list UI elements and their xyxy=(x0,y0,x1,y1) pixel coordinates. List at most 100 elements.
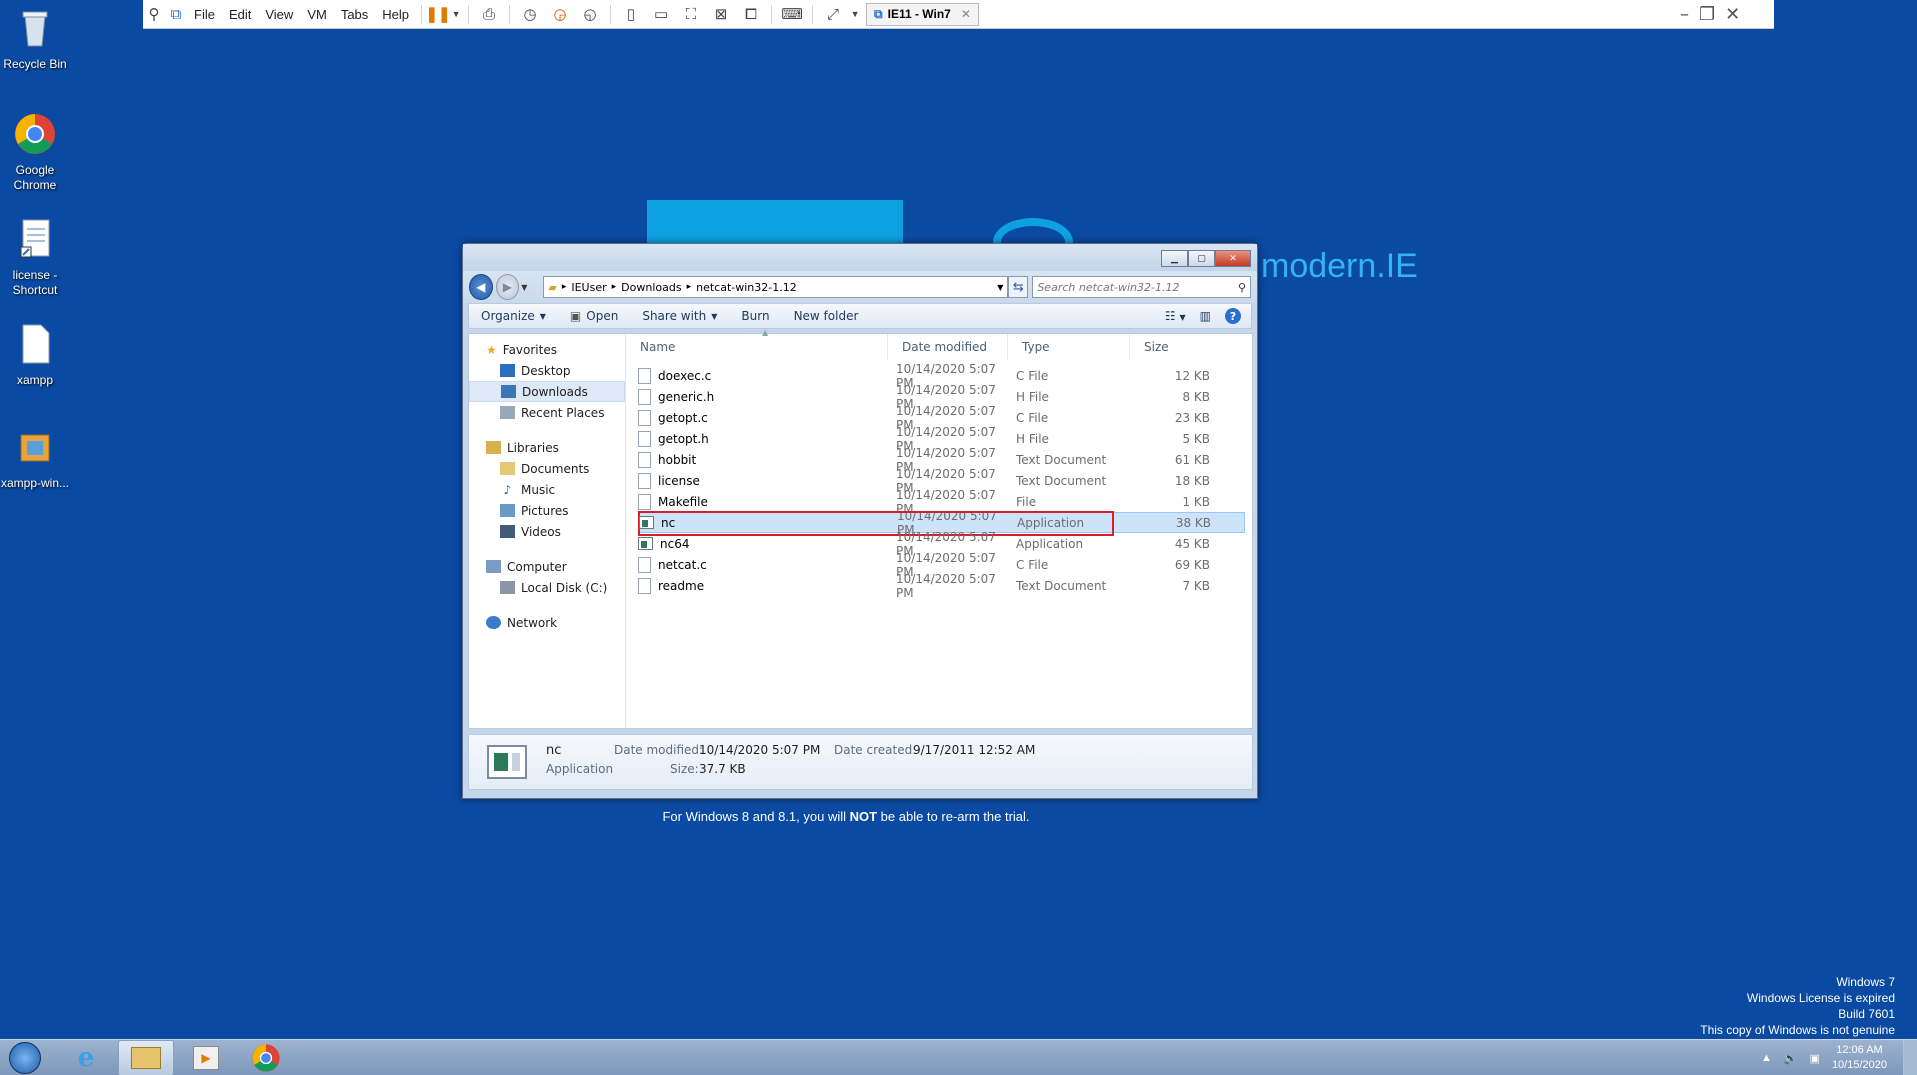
disk-icon xyxy=(500,581,515,594)
revert-snapshot-icon[interactable]: ◶ xyxy=(545,0,575,29)
recent-pages-icon[interactable]: ▼ xyxy=(521,283,527,292)
file-size: 18 KB xyxy=(1174,473,1210,488)
show-desktop-button[interactable] xyxy=(1903,1040,1917,1075)
close-tab-icon[interactable]: ✕ xyxy=(961,7,971,21)
file-row[interactable]: readme 10/14/2020 5:07 PM Text Document 7 K… xyxy=(638,572,1245,600)
network-tray-icon[interactable]: ▣ xyxy=(1810,1052,1820,1065)
fullscreen-icon[interactable]: ⛶ xyxy=(676,0,706,29)
column-size[interactable]: Size xyxy=(1130,334,1212,360)
sidebar-toggle-icon[interactable]: ▯ xyxy=(616,0,646,29)
vm-menu-view[interactable]: View xyxy=(258,7,300,22)
desktop-icon-chrome[interactable]: Google Chrome xyxy=(0,112,77,193)
taskbar-explorer[interactable] xyxy=(118,1039,174,1075)
nav-label: Music xyxy=(521,482,556,497)
note-text: For Windows 8 and 8.1, you will xyxy=(662,809,850,824)
date-modified-label: Date modified: xyxy=(614,743,704,757)
nav-desktop[interactable]: Desktop xyxy=(469,360,625,381)
vm-menu-vm[interactable]: VM xyxy=(300,7,334,22)
column-type[interactable]: Type xyxy=(1008,334,1130,360)
new-folder-label: New folder xyxy=(793,309,859,323)
breadcrumb-downloads[interactable]: Downloads xyxy=(621,281,681,294)
toolbar-divider xyxy=(771,4,773,24)
send-keys-icon[interactable]: ⎙ xyxy=(474,0,504,29)
vm-menu-tabs[interactable]: Tabs xyxy=(334,7,375,22)
vm-menu-help[interactable]: Help xyxy=(375,7,416,22)
volume-icon[interactable]: 🔈 xyxy=(1784,1052,1798,1065)
chevron-down-icon[interactable]: ▼ xyxy=(449,0,463,29)
nav-music[interactable]: ♪ Music xyxy=(469,479,625,500)
network-icon xyxy=(486,616,501,629)
open-button[interactable]: ▣ Open xyxy=(558,309,630,323)
nav-label: Network xyxy=(507,615,558,630)
column-label: Type xyxy=(1022,340,1050,354)
new-folder-button[interactable]: New folder xyxy=(782,309,871,323)
file-name: nc64 xyxy=(660,536,690,551)
desktop-icon-license[interactable]: license - Shortcut xyxy=(0,217,77,298)
start-button[interactable] xyxy=(0,1040,50,1075)
nav-videos[interactable]: Videos xyxy=(469,521,625,542)
taskbar-chrome[interactable] xyxy=(238,1040,294,1075)
title-bar[interactable]: ▁ ▢ ✕ xyxy=(463,244,1257,271)
help-icon[interactable]: ? xyxy=(1225,308,1241,324)
vm-menu-file[interactable]: File xyxy=(187,7,222,22)
preview-pane-icon[interactable]: ▥ xyxy=(1200,309,1211,323)
snapshot-manager-icon[interactable]: ◵ xyxy=(575,0,605,29)
address-dropdown-icon[interactable]: ▼ xyxy=(997,283,1003,292)
close-button[interactable]: ✕ xyxy=(1215,250,1251,267)
column-name[interactable]: Name ▲ xyxy=(626,328,888,360)
console-view-icon[interactable]: ⧠ xyxy=(736,0,766,29)
organize-button[interactable]: Organize ▼ xyxy=(469,309,558,323)
unity-icon[interactable]: ⊠ xyxy=(706,0,736,29)
breadcrumb-netcat[interactable]: netcat-win32-1.12 xyxy=(696,281,797,294)
stretch-icon[interactable]: ⤢ xyxy=(818,0,848,29)
thumbnail-bar-icon[interactable]: ▭ xyxy=(646,0,676,29)
file-name-cell: getopt.h xyxy=(638,430,896,447)
nav-pictures[interactable]: Pictures xyxy=(469,500,625,521)
taskbar-ie[interactable]: e xyxy=(58,1040,114,1075)
desktop-icon-recycle-bin[interactable]: Recycle Bin xyxy=(0,6,77,72)
nav-computer[interactable]: Computer xyxy=(469,556,625,577)
nav-label: Pictures xyxy=(521,503,569,518)
close-icon[interactable]: ✕ xyxy=(1725,4,1740,25)
snapshot-icon[interactable]: ◷ xyxy=(515,0,545,29)
pin-icon[interactable]: ⚲ xyxy=(143,0,165,29)
address-bar[interactable]: ▰ ▸ IEUser ▸ Downloads ▸ netcat-win32-1.… xyxy=(543,276,1009,298)
chevron-down-icon[interactable]: ▼ xyxy=(848,0,862,29)
show-hidden-icons[interactable]: ▲ xyxy=(1761,1052,1772,1064)
forward-button[interactable]: ▶ xyxy=(495,274,520,300)
nav-local-disk[interactable]: Local Disk (C:) xyxy=(469,577,625,598)
burn-button[interactable]: Burn xyxy=(729,309,781,323)
pause-icon[interactable]: ❚❚ xyxy=(425,0,450,29)
clock[interactable]: 12:06 AM 10/15/2020 xyxy=(1832,1043,1887,1073)
details-file-type: Application xyxy=(546,762,614,776)
nav-downloads[interactable]: Downloads xyxy=(469,381,625,402)
file-name: generic.h xyxy=(658,389,715,404)
vm-library-icon[interactable]: ⧉ xyxy=(165,0,187,29)
nav-libraries[interactable]: Libraries xyxy=(469,437,625,458)
refresh-button[interactable]: ⇆ xyxy=(1008,276,1029,298)
vm-tab[interactable]: ⧉ IE11 - Win7 ✕ xyxy=(866,2,979,26)
nav-documents[interactable]: Documents xyxy=(469,458,625,479)
terminal-icon[interactable]: ⌨ xyxy=(777,0,807,29)
nav-recent-places[interactable]: Recent Places xyxy=(469,402,625,423)
minimize-icon[interactable]: – xyxy=(1680,4,1689,25)
share-with-button[interactable]: Share with ▼ xyxy=(630,309,729,323)
view-options-icon[interactable]: ☷ ▼ xyxy=(1165,309,1186,323)
details-pane: nc Application Date modified: 10/14/2020… xyxy=(468,734,1253,790)
column-date[interactable]: Date modified xyxy=(888,334,1008,360)
maximize-button[interactable]: ▢ xyxy=(1188,250,1215,267)
nav-network[interactable]: Network xyxy=(469,612,625,633)
nav-favorites[interactable]: ★ Favorites xyxy=(469,339,625,360)
file-type: H File xyxy=(1016,431,1049,446)
back-button[interactable]: ◀ xyxy=(469,274,493,300)
address-row: ◀ ▶ ▼ ▰ ▸ IEUser ▸ Downloads ▸ netcat-wi… xyxy=(463,271,1257,303)
search-input[interactable]: Search netcat-win32-1.12 ⚲ xyxy=(1032,276,1251,298)
restore-icon[interactable]: ❐ xyxy=(1699,4,1715,25)
desktop-icon-xampp[interactable]: xampp xyxy=(0,322,77,388)
vm-menu-edit[interactable]: Edit xyxy=(222,7,258,22)
breadcrumb-ieuser[interactable]: IEUser xyxy=(571,281,606,294)
taskbar-media-player[interactable]: ▶ xyxy=(178,1040,234,1075)
minimize-button[interactable]: ▁ xyxy=(1161,250,1188,267)
desktop-icon-xampp-installer[interactable]: xampp-win... xyxy=(0,425,77,491)
